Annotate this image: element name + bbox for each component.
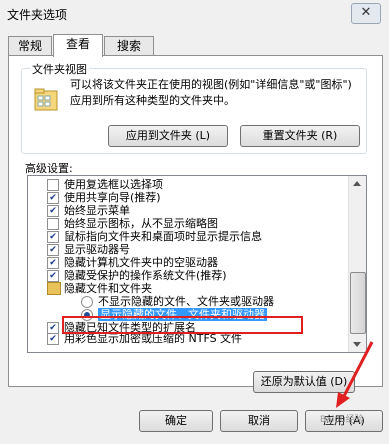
vertical-scrollbar[interactable] xyxy=(348,176,366,352)
setting-label: 隐藏受保护的操作系统文件(推荐) xyxy=(64,269,227,282)
folder-views-legend: 文件夹视图 xyxy=(30,61,89,77)
checkbox[interactable]: ✔ xyxy=(47,205,59,217)
setting-group-label: 隐藏文件和文件夹 xyxy=(64,282,152,295)
checkbox[interactable]: ✔ xyxy=(47,270,59,282)
setting-label: 不显示隐藏的文件、文件夹或驱动器 xyxy=(98,295,274,308)
cancel-button[interactable]: 取消 xyxy=(220,410,298,432)
tab-view[interactable]: 查看 xyxy=(53,34,103,57)
setting-label: 鼠标指向文件夹和桌面项时显示提示信息 xyxy=(64,230,262,243)
tab-view-label[interactable]: 查看 xyxy=(66,37,90,51)
checkbox[interactable] xyxy=(47,218,59,230)
setting-row[interactable]: ✔ 鼠标指向文件夹和桌面项时显示提示信息 xyxy=(47,230,262,243)
setting-row[interactable]: 始终显示图标，从不显示缩略图 xyxy=(47,217,218,230)
window-title: 文件夹选项 xyxy=(7,8,68,22)
setting-row[interactable]: ✔ 隐藏受保护的操作系统文件(推荐) xyxy=(47,269,227,282)
tab-search[interactable]: 搜索 xyxy=(104,36,154,56)
checkbox[interactable]: ✔ xyxy=(47,244,59,256)
setting-label: 使用共享向导(推荐) xyxy=(64,191,161,204)
radio-button[interactable] xyxy=(81,296,93,308)
apply-to-folders-button[interactable]: 应用到文件夹 (L) xyxy=(108,125,228,147)
annotation-arrow-icon xyxy=(336,341,374,408)
view-tab-panel: 文件夹视图 可以将该文件夹正在使用的视图(例如"详细信息"或"图标")应用到所有… xyxy=(8,55,383,387)
checkbox[interactable]: ✔ xyxy=(47,257,59,269)
setting-label: 始终显示图标，从不显示缩略图 xyxy=(64,217,218,230)
close-button[interactable]: ✕ xyxy=(351,3,381,24)
setting-row[interactable]: 不显示隐藏的文件、文件夹或驱动器 xyxy=(81,295,274,308)
watermark: Baidu经验 xyxy=(320,415,364,425)
scroll-thumb[interactable] xyxy=(350,272,366,334)
tab-search-label[interactable]: 搜索 xyxy=(117,39,141,53)
setting-row[interactable]: 使用复选框以选择项 xyxy=(47,178,163,191)
setting-label: 始终显示菜单 xyxy=(64,204,130,217)
folder-views-group: 文件夹视图 可以将该文件夹正在使用的视图(例如"详细信息"或"图标")应用到所有… xyxy=(21,61,367,154)
ok-button[interactable]: 确定 xyxy=(139,410,213,432)
checkbox[interactable]: ✔ xyxy=(47,231,59,243)
checkbox[interactable] xyxy=(47,179,59,191)
checkbox[interactable]: ✔ xyxy=(47,333,59,345)
setting-label: 使用复选框以选择项 xyxy=(64,178,163,191)
highlight-box xyxy=(62,316,303,334)
setting-label: 隐藏计算机文件夹中的空驱动器 xyxy=(64,256,218,269)
reset-folders-button[interactable]: 重置文件夹 (R) xyxy=(240,125,360,147)
title-bar: 文件夹选项 ✕ xyxy=(0,0,389,30)
tab-general-label[interactable]: 常规 xyxy=(18,39,42,53)
folder-icon xyxy=(47,282,61,295)
setting-row[interactable]: ✔ 隐藏计算机文件夹中的空驱动器 xyxy=(47,256,218,269)
setting-row[interactable]: ✔ 始终显示菜单 xyxy=(47,204,130,217)
tab-general[interactable]: 常规 xyxy=(8,36,52,56)
folder-view-icon xyxy=(34,88,58,111)
setting-group-row: 隐藏文件和文件夹 xyxy=(47,282,152,295)
setting-label: 显示驱动器号 xyxy=(64,243,130,256)
setting-row[interactable]: ✔ 使用共享向导(推荐) xyxy=(47,191,161,204)
advanced-settings-label: 高级设置: xyxy=(25,162,73,175)
scroll-up-icon[interactable] xyxy=(353,181,361,186)
setting-row[interactable]: ✔ 显示驱动器号 xyxy=(47,243,130,256)
folder-views-description: 可以将该文件夹正在使用的视图(例如"详细信息"或"图标")应用到所有这种类型的文… xyxy=(70,78,352,107)
close-icon[interactable]: ✕ xyxy=(361,5,372,20)
checkbox[interactable]: ✔ xyxy=(47,192,59,204)
